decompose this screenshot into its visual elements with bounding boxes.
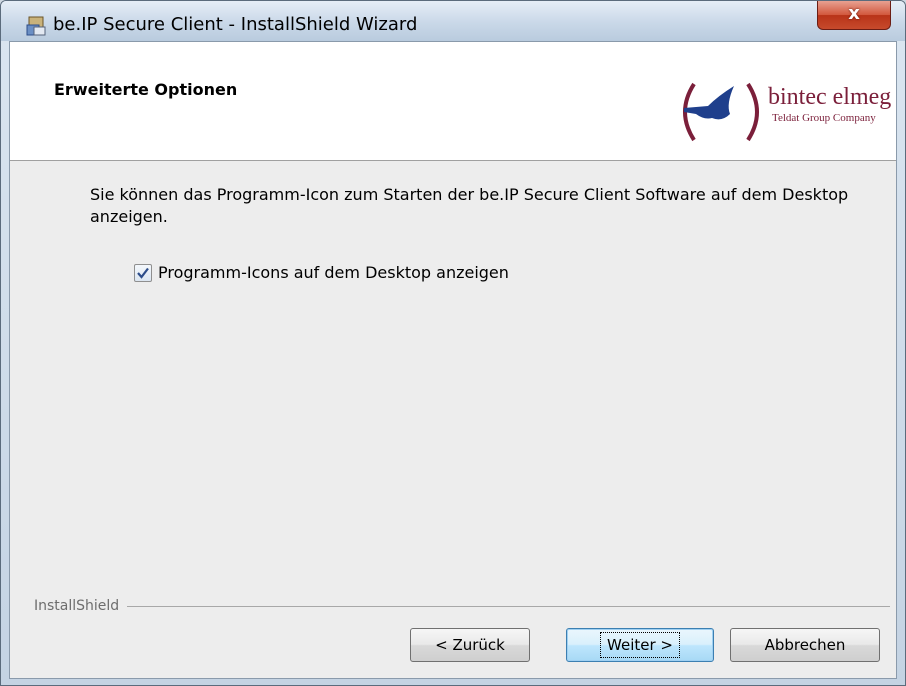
close-button[interactable]: x <box>817 1 891 30</box>
next-button[interactable]: Weiter > <box>566 628 714 662</box>
desktop-icon-checkbox[interactable] <box>134 264 152 282</box>
installer-app-icon <box>26 16 46 36</box>
desktop-icon-checkbox-label[interactable]: Programm-Icons auf dem Desktop anzeigen <box>158 263 509 282</box>
installshield-label: InstallShield <box>34 598 128 614</box>
cancel-button[interactable]: Abbrechen <box>730 628 880 662</box>
logo-subtitle-text: Teldat Group Company <box>772 112 876 124</box>
back-button-label: < Zurück <box>435 636 505 654</box>
next-button-label: Weiter > <box>600 632 680 658</box>
installshield-branding: InstallShield <box>34 598 896 614</box>
installer-window: be.IP Secure Client - InstallShield Wiza… <box>0 0 906 686</box>
close-icon: x <box>848 3 860 24</box>
title-bar[interactable]: be.IP Secure Client - InstallShield Wiza… <box>1 1 905 41</box>
wizard-client-area: Erweiterte Optionen bintec elmeg Teldat … <box>9 41 897 679</box>
branding-divider <box>34 606 890 607</box>
page-title: Erweiterte Optionen <box>54 80 238 99</box>
description-text: Sie können das Programm-Icon zum Starten… <box>90 185 849 226</box>
logo-brand-text: bintec elmeg <box>768 84 892 110</box>
wizard-header: Erweiterte Optionen bintec elmeg Teldat … <box>10 42 896 161</box>
cancel-button-label: Abbrechen <box>764 636 846 654</box>
window-title: be.IP Secure Client - InstallShield Wiza… <box>53 14 418 35</box>
checkmark-icon <box>137 267 149 279</box>
back-button[interactable]: < Zurück <box>410 628 530 662</box>
